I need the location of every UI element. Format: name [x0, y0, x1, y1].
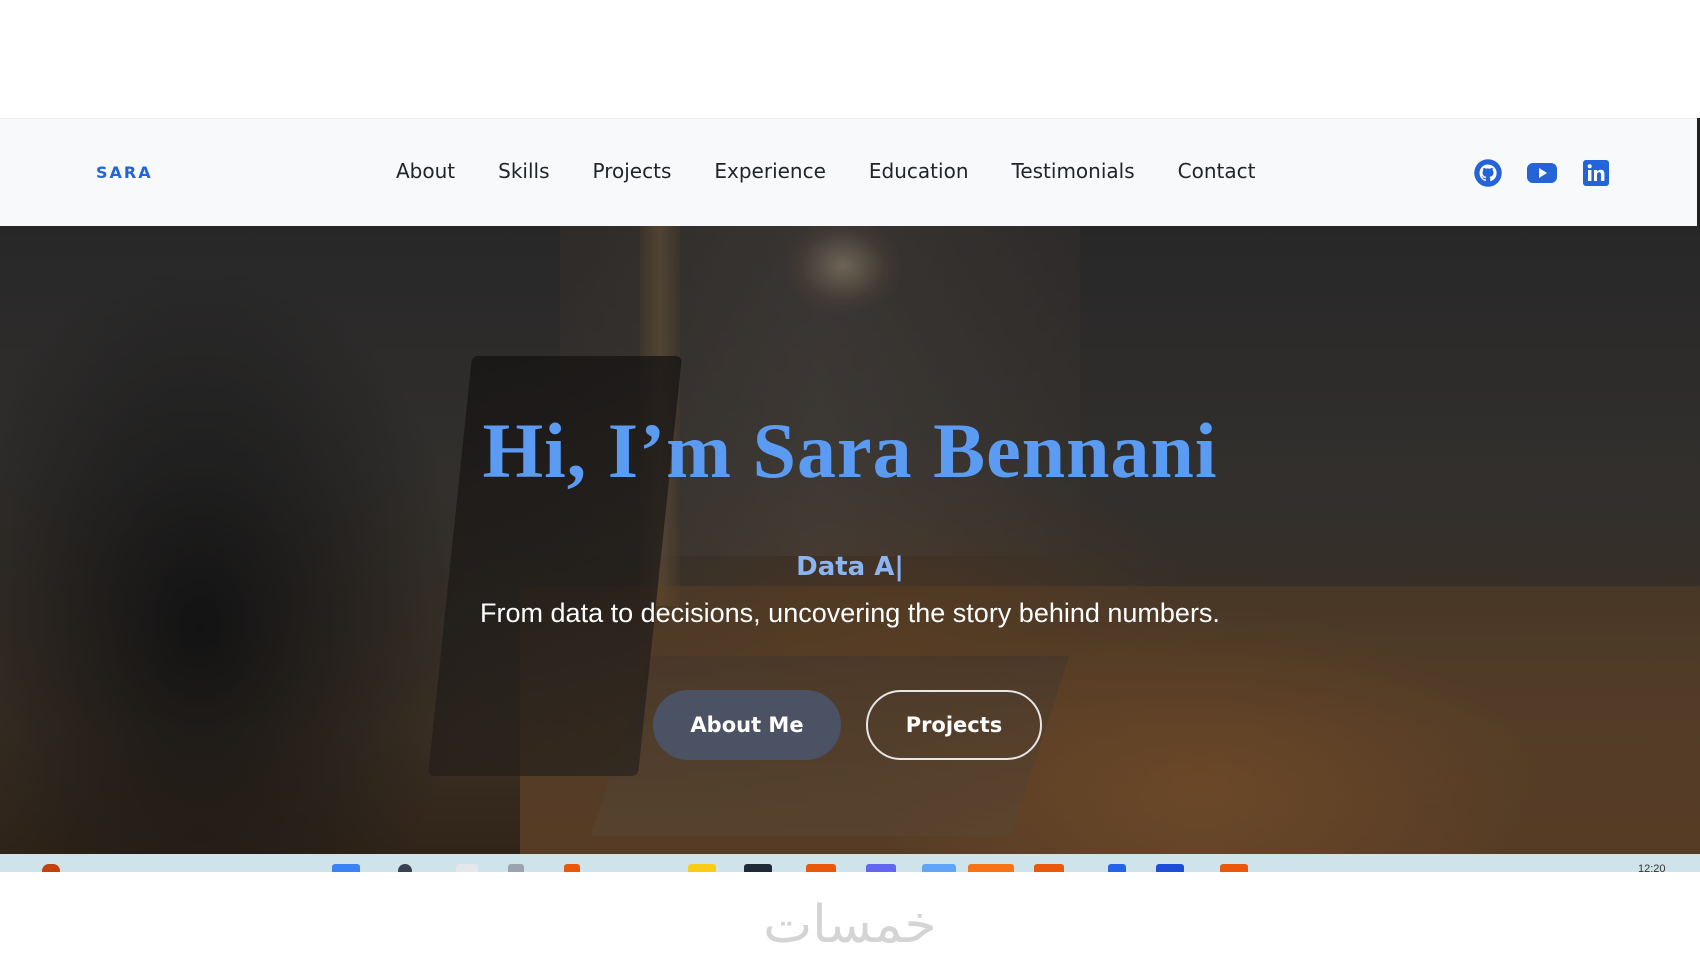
projects-button[interactable]: Projects — [866, 690, 1042, 760]
page: SARA About Skills Projects Experience Ed… — [0, 0, 1700, 970]
hero-typed-role: Data A| — [796, 552, 904, 582]
hero-tagline: From data to decisions, uncovering the s… — [480, 598, 1220, 628]
taskbar-app-icon[interactable] — [866, 864, 896, 872]
taskbar-app-icon[interactable] — [564, 864, 580, 872]
taskbar-clock: 12:20 — [1638, 863, 1666, 872]
site-watermark: خمسات — [763, 895, 937, 955]
taskbar-app-icon[interactable] — [1220, 864, 1248, 872]
youtube-icon[interactable] — [1526, 157, 1558, 189]
taskbar-search-icon[interactable] — [398, 864, 412, 872]
taskbar-app-icon[interactable] — [1108, 864, 1126, 872]
nav-link-about[interactable]: About — [396, 159, 455, 183]
taskbar-app-icon[interactable] — [806, 864, 836, 872]
hero-title: Hi, I’m Sara Bennani — [482, 407, 1218, 494]
taskbar-app-icon[interactable] — [968, 864, 1014, 872]
hero-section: Hi, I’m Sara Bennani Data A| From data t… — [0, 226, 1700, 854]
taskbar-app-icon[interactable] — [508, 864, 524, 872]
nav-link-skills[interactable]: Skills — [498, 159, 549, 183]
linkedin-icon[interactable] — [1580, 157, 1612, 189]
about-me-button[interactable]: About Me — [653, 690, 841, 760]
top-whitespace — [0, 0, 1700, 118]
taskbar-start-icon[interactable] — [332, 864, 360, 872]
nav-link-contact[interactable]: Contact — [1178, 159, 1256, 183]
nav-link-testimonials[interactable]: Testimonials — [1012, 159, 1135, 183]
taskbar-notification-icon[interactable] — [42, 864, 60, 872]
github-icon[interactable] — [1472, 157, 1504, 189]
navbar: SARA About Skills Projects Experience Ed… — [0, 118, 1697, 226]
taskbar-app-icon[interactable] — [744, 864, 772, 872]
nav-link-education[interactable]: Education — [869, 159, 969, 183]
taskbar-app-icon[interactable] — [1034, 864, 1064, 872]
taskbar-app-icon[interactable] — [456, 864, 478, 872]
nav-link-experience[interactable]: Experience — [714, 159, 826, 183]
hero-overlay — [0, 226, 1700, 854]
taskbar-folder-icon[interactable] — [688, 864, 716, 872]
nav-links: About Skills Projects Experience Educati… — [396, 159, 1298, 183]
taskbar-app-icon[interactable] — [922, 864, 956, 872]
taskbar-app-icon[interactable] — [1156, 864, 1184, 872]
nav-link-projects[interactable]: Projects — [593, 159, 672, 183]
os-taskbar: 12:20 — [0, 854, 1700, 872]
brand-logo[interactable]: SARA — [96, 163, 153, 182]
